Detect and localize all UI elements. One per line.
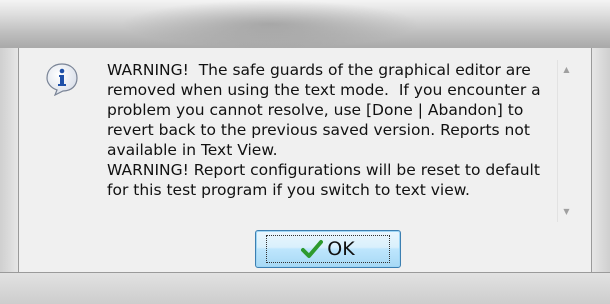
scroll-down-arrow-icon[interactable]: ▼ xyxy=(558,204,575,220)
ok-button-focus-rect: OK xyxy=(266,235,390,263)
dialog-client-area: WARNING! The safe guards of the graphica… xyxy=(19,48,591,272)
info-icon xyxy=(46,63,78,96)
warning-message: WARNING! The safe guards of the graphica… xyxy=(107,61,541,199)
message-area: WARNING! The safe guards of the graphica… xyxy=(107,60,575,222)
scroll-up-arrow-icon[interactable]: ▲ xyxy=(558,62,575,78)
window-frame-right xyxy=(591,48,610,304)
ok-button[interactable]: OK xyxy=(255,230,401,268)
title-bar-shading xyxy=(120,0,420,48)
checkmark-icon xyxy=(301,240,324,258)
ok-button-label: OK xyxy=(327,238,355,260)
window-title-bar[interactable] xyxy=(0,0,610,48)
message-scrollbar[interactable]: ▲ ▼ xyxy=(557,60,575,222)
window-frame-bottom xyxy=(0,272,610,304)
window-frame-left xyxy=(0,48,19,304)
